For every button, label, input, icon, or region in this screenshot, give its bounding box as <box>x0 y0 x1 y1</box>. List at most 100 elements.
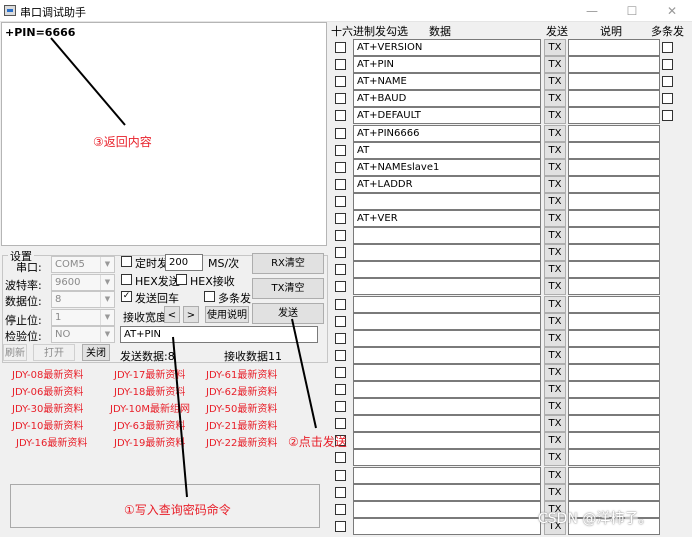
multi-send-checkbox[interactable] <box>204 291 215 302</box>
row-hex-checkbox[interactable] <box>335 350 346 361</box>
row-tx-button[interactable]: TX <box>544 176 566 193</box>
row-desc-input[interactable] <box>568 449 660 466</box>
row-multi-checkbox[interactable] <box>662 110 673 121</box>
stopbits-select[interactable]: 1 ▼ <box>51 309 115 326</box>
row-hex-checkbox[interactable] <box>335 145 346 156</box>
row-hex-checkbox[interactable] <box>335 128 346 139</box>
databits-select[interactable]: 8 ▼ <box>51 291 115 308</box>
row-tx-button[interactable]: TX <box>544 432 566 449</box>
row-desc-input[interactable] <box>568 39 660 56</box>
open-button[interactable]: 打开 <box>33 344 75 361</box>
row-tx-button[interactable]: TX <box>544 296 566 313</box>
row-tx-button[interactable]: TX <box>544 125 566 142</box>
row-hex-checkbox[interactable] <box>335 76 346 87</box>
row-tx-button[interactable]: TX <box>544 210 566 227</box>
row-command-input[interactable] <box>353 296 541 313</box>
row-hex-checkbox[interactable] <box>335 316 346 327</box>
interval-input[interactable]: 200 <box>165 254 203 271</box>
row-hex-checkbox[interactable] <box>335 93 346 104</box>
link-jdy18[interactable]: JDY-18最新资料 <box>114 383 185 398</box>
link-jdy61[interactable]: JDY-61最新资料 <box>206 366 277 381</box>
send-input[interactable]: AT+PIN <box>120 326 318 343</box>
row-hex-checkbox[interactable] <box>335 179 346 190</box>
row-hex-checkbox[interactable] <box>335 110 346 121</box>
row-desc-input[interactable] <box>568 227 660 244</box>
row-tx-button[interactable]: TX <box>544 107 566 124</box>
row-desc-input[interactable] <box>568 90 660 107</box>
row-desc-input[interactable] <box>568 125 660 142</box>
row-hex-checkbox[interactable] <box>335 59 346 70</box>
row-desc-input[interactable] <box>568 432 660 449</box>
row-tx-button[interactable]: TX <box>544 278 566 295</box>
row-tx-button[interactable]: TX <box>544 159 566 176</box>
row-command-input[interactable] <box>353 449 541 466</box>
row-command-input[interactable] <box>353 484 541 501</box>
link-jdy19[interactable]: JDY-19最新资料 <box>114 434 185 449</box>
row-command-input[interactable]: AT+NAMEslave1 <box>353 159 541 176</box>
close-window-button[interactable]: ✕ <box>652 0 692 22</box>
tx-clear-button[interactable]: TX清空 <box>252 278 324 299</box>
row-multi-checkbox[interactable] <box>662 42 673 53</box>
row-tx-button[interactable]: TX <box>544 56 566 73</box>
row-desc-input[interactable] <box>568 142 660 159</box>
refresh-button[interactable]: 刷新 <box>3 344 27 361</box>
help-button[interactable]: 使用说明 <box>205 306 249 323</box>
row-desc-input[interactable] <box>568 278 660 295</box>
row-command-input[interactable] <box>353 227 541 244</box>
row-hex-checkbox[interactable] <box>335 299 346 310</box>
link-jdy10m[interactable]: JDY-10M最新组网 <box>110 400 190 415</box>
link-jdy62[interactable]: JDY-62最新资料 <box>206 383 277 398</box>
baud-select[interactable]: 9600 ▼ <box>51 274 115 291</box>
row-tx-button[interactable]: TX <box>544 330 566 347</box>
row-desc-input[interactable] <box>568 73 660 90</box>
row-hex-checkbox[interactable] <box>335 281 346 292</box>
row-tx-button[interactable]: TX <box>544 381 566 398</box>
send-button[interactable]: 发送 <box>252 303 324 324</box>
row-hex-checkbox[interactable] <box>335 264 346 275</box>
close-port-button[interactable]: 关闭 <box>82 344 110 361</box>
row-tx-button[interactable]: TX <box>544 398 566 415</box>
row-multi-checkbox[interactable] <box>662 93 673 104</box>
row-tx-button[interactable]: TX <box>544 244 566 261</box>
row-desc-input[interactable] <box>568 56 660 73</box>
row-hex-checkbox[interactable] <box>335 470 346 481</box>
row-command-input[interactable] <box>353 432 541 449</box>
row-tx-button[interactable]: TX <box>544 142 566 159</box>
link-jdy22[interactable]: JDY-22最新资料 <box>206 434 277 449</box>
row-command-input[interactable] <box>353 501 541 518</box>
row-tx-button[interactable]: TX <box>544 261 566 278</box>
row-command-input[interactable]: AT+BAUD <box>353 90 541 107</box>
minimize-button[interactable]: — <box>572 0 612 22</box>
row-command-input[interactable] <box>353 193 541 210</box>
prev-button[interactable]: < <box>164 306 180 323</box>
echo-checkbox[interactable]: ✓ <box>121 291 132 302</box>
row-desc-input[interactable] <box>568 364 660 381</box>
row-command-input[interactable] <box>353 330 541 347</box>
row-command-input[interactable] <box>353 467 541 484</box>
row-tx-button[interactable]: TX <box>544 227 566 244</box>
row-command-input[interactable] <box>353 244 541 261</box>
row-hex-checkbox[interactable] <box>335 384 346 395</box>
link-jdy08[interactable]: JDY-08最新资料 <box>12 366 83 381</box>
link-jdy17[interactable]: JDY-17最新资料 <box>114 366 185 381</box>
row-desc-input[interactable] <box>568 381 660 398</box>
row-command-input[interactable]: AT+LADDR <box>353 176 541 193</box>
row-desc-input[interactable] <box>568 261 660 278</box>
parity-select[interactable]: NO ▼ <box>51 326 115 343</box>
row-tx-button[interactable]: TX <box>544 484 566 501</box>
link-jdy21[interactable]: JDY-21最新资料 <box>206 417 277 432</box>
row-command-input[interactable] <box>353 347 541 364</box>
row-hex-checkbox[interactable] <box>335 230 346 241</box>
row-desc-input[interactable] <box>568 398 660 415</box>
row-hex-checkbox[interactable] <box>335 213 346 224</box>
row-command-input[interactable]: AT+VERSION <box>353 39 541 56</box>
hex-send-checkbox[interactable] <box>121 274 132 285</box>
row-hex-checkbox[interactable] <box>335 367 346 378</box>
row-multi-checkbox[interactable] <box>662 76 673 87</box>
row-desc-input[interactable] <box>568 176 660 193</box>
row-command-input[interactable]: AT+VER <box>353 210 541 227</box>
row-command-input[interactable] <box>353 313 541 330</box>
row-tx-button[interactable]: TX <box>544 90 566 107</box>
hex-recv-checkbox[interactable] <box>176 274 187 285</box>
port-select[interactable]: COM5 ▼ <box>51 256 115 273</box>
